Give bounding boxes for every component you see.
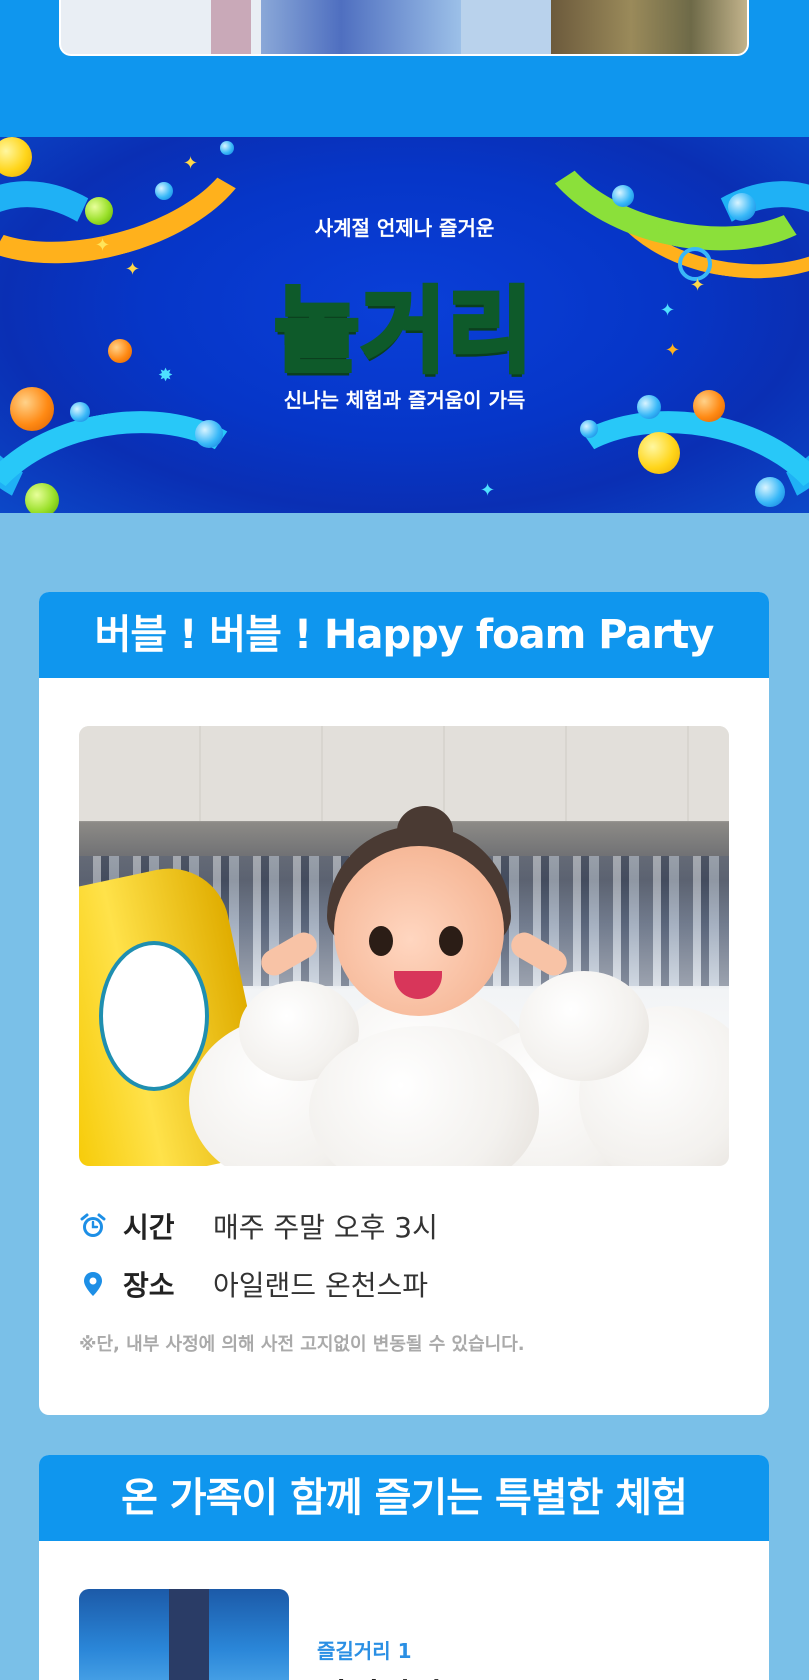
schedule-notice: ※단, 내부 사정에 의해 사전 고지없이 변동될 수 있습니다. — [79, 1334, 525, 1355]
family-experience-card: 온 가족이 함께 즐기는 특별한 체험 즐길거리 1 닥터피시 — [39, 1455, 769, 1680]
place-row: 장소 아일랜드 온천스파 — [79, 1262, 729, 1306]
play-banner: ✦ ✦ ✸ ✦ ✸ ✦ ✦ ✦ ✦ 사계절 언제나 즐거운 놀거리 신나는 체험… — [0, 137, 809, 513]
time-value: 매주 주말 오후 3시 — [213, 1211, 438, 1244]
place-value: 아일랜드 온천스파 — [213, 1269, 428, 1302]
alarm-clock-icon — [79, 1212, 107, 1240]
place-label: 장소 — [123, 1269, 175, 1302]
banner-subtitle-top: 사계절 언제나 즐거운 — [314, 216, 495, 240]
map-pin-icon — [79, 1270, 107, 1298]
time-row: 시간 매주 주말 오후 3시 — [79, 1204, 729, 1248]
foam-machine-label — [99, 941, 209, 1091]
family-experience-heading: 온 가족이 함께 즐기는 특별한 체험 — [39, 1455, 769, 1541]
banner-title: 놀거리 — [272, 276, 535, 388]
foam-party-heading: 버블 ! 버블 ! Happy foam Party — [39, 592, 769, 678]
foam-party-photo — [79, 726, 729, 1166]
foam-party-card: 버블 ! 버블 ! Happy foam Party 시간 매주 주말 오후 3… — [39, 592, 769, 1415]
banner-subtitle-bottom: 신나는 체험과 즐거움이 가득 — [283, 388, 526, 412]
item-category: 즐길거리 1 — [317, 1639, 412, 1663]
flower-decor-photo — [59, 0, 749, 56]
item-title: 닥터피시 — [317, 1669, 442, 1680]
top-section — [0, 0, 809, 137]
time-label: 시간 — [123, 1211, 175, 1244]
doctor-fish-photo — [79, 1589, 289, 1680]
